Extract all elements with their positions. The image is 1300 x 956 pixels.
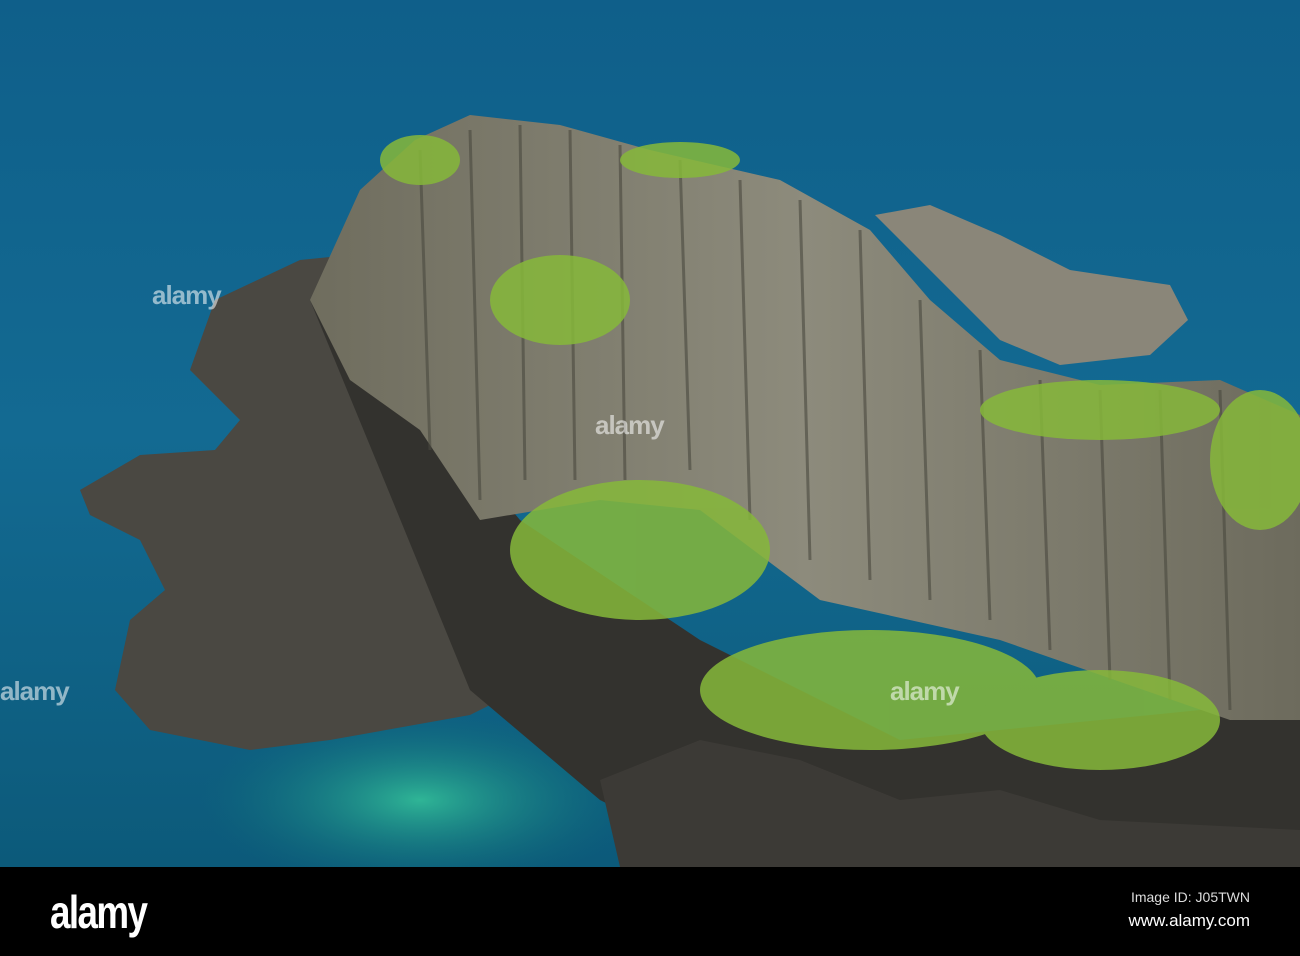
watermark: alamy [152, 280, 222, 310]
watermark: alamy [890, 676, 960, 706]
watermark: alamy [0, 676, 70, 706]
alamy-logo: alamy [50, 886, 148, 938]
website-link: www.alamy.com [1128, 911, 1250, 930]
footer-bar: alamy Image ID: J05TWN www.alamy.com [0, 867, 1300, 956]
image-id: Image ID: J05TWN [1130, 889, 1250, 905]
watermark: alamy [595, 410, 665, 440]
